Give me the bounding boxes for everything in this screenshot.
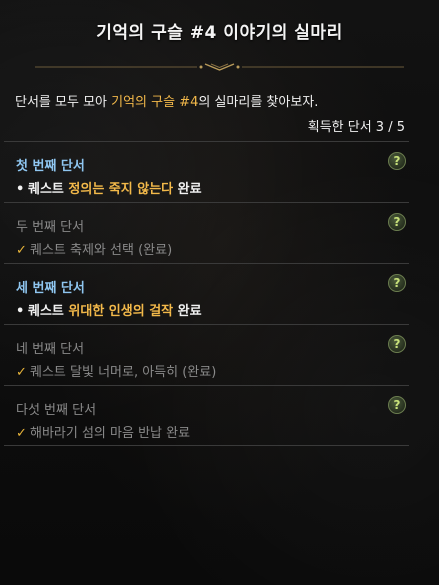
clue-list: 첫 번째 단서 • 퀘스트 정의는 죽지 않는다 완료 ? 두 번째 단서 ✓ 퀘스… [4, 141, 409, 446]
clue-description: ✓ 퀘스트 달빛 너머로, 아득히 (완료) [16, 361, 216, 380]
clue-row-3: 세 번째 단서 • 퀘스트 위대한 인생의 걸작 완료 ? [4, 263, 409, 324]
intro-prefix: 단서를 모두 모아 [15, 95, 112, 110]
clue-panel: 기억의 구슬 #4 이야기의 실마리 단서를 모두 모아 기억의 구슬 #4의 … [0, 0, 439, 585]
help-icon[interactable]: ? [388, 213, 406, 231]
clue-title: 세 번째 단서 [16, 281, 85, 296]
help-icon[interactable]: ? [388, 396, 406, 414]
clue-title: 네 번째 단서 [16, 342, 85, 357]
help-icon[interactable]: ? [388, 335, 406, 353]
panel-title: 기억의 구슬 #4 이야기의 실마리 [96, 23, 343, 43]
clue-progress: 획득한 단서 3 / 5 [307, 120, 405, 135]
clue-row-2: 두 번째 단서 ✓ 퀘스트 축제와 선택 (완료) ? [4, 202, 409, 263]
clue-desc-prefix: 퀘스트 [28, 182, 69, 197]
clue-description: ✓ 해바라기 섬의 마음 반납 완료 [16, 422, 190, 441]
clue-title: 첫 번째 단서 [16, 159, 85, 174]
clue-title: 두 번째 단서 [16, 220, 85, 235]
clue-desc-suffix: 완료 [173, 182, 202, 197]
bullet-icon: • [16, 182, 25, 197]
help-icon[interactable]: ? [388, 274, 406, 292]
clue-description: ✓ 퀘스트 축제와 선택 (완료) [16, 239, 172, 258]
intro-highlight: 기억의 구슬 #4 [111, 95, 199, 110]
check-icon: ✓ [16, 426, 27, 441]
bullet-icon: • [16, 304, 25, 319]
clue-desc-text: 해바라기 섬의 마음 반납 완료 [30, 426, 191, 441]
quest-name: 위대한 인생의 걸작 [68, 304, 174, 319]
clue-row-5: 다섯 번째 단서 ✓ 해바라기 섬의 마음 반납 완료 ? [4, 385, 409, 446]
clue-description: • 퀘스트 위대한 인생의 걸작 완료 [16, 300, 202, 319]
panel-header: 기억의 구슬 #4 이야기의 실마리 [0, 0, 439, 78]
clue-title: 다섯 번째 단서 [16, 403, 97, 418]
clue-desc-prefix: 퀘스트 [28, 304, 69, 319]
intro-text: 단서를 모두 모아 기억의 구슬 #4의 실마리를 찾아보자. [15, 94, 415, 112]
check-icon: ✓ [16, 243, 27, 258]
clue-row-4: 네 번째 단서 ✓ 퀘스트 달빛 너머로, 아득히 (완료) ? [4, 324, 409, 385]
intro-suffix: 의 실마리를 찾아보자. [198, 95, 319, 110]
clue-desc-suffix: 완료 [173, 304, 202, 319]
clue-desc-text: 퀘스트 축제와 선택 (완료) [30, 243, 173, 258]
clue-description: • 퀘스트 정의는 죽지 않는다 완료 [16, 178, 202, 197]
quest-name: 정의는 죽지 않는다 [68, 182, 174, 197]
clue-desc-text: 퀘스트 달빛 너머로, 아득히 (완료) [30, 365, 217, 380]
ornament-divider-icon [35, 62, 404, 72]
clue-row-1: 첫 번째 단서 • 퀘스트 정의는 죽지 않는다 완료 ? [4, 141, 409, 202]
check-icon: ✓ [16, 365, 27, 380]
help-icon[interactable]: ? [388, 152, 406, 170]
